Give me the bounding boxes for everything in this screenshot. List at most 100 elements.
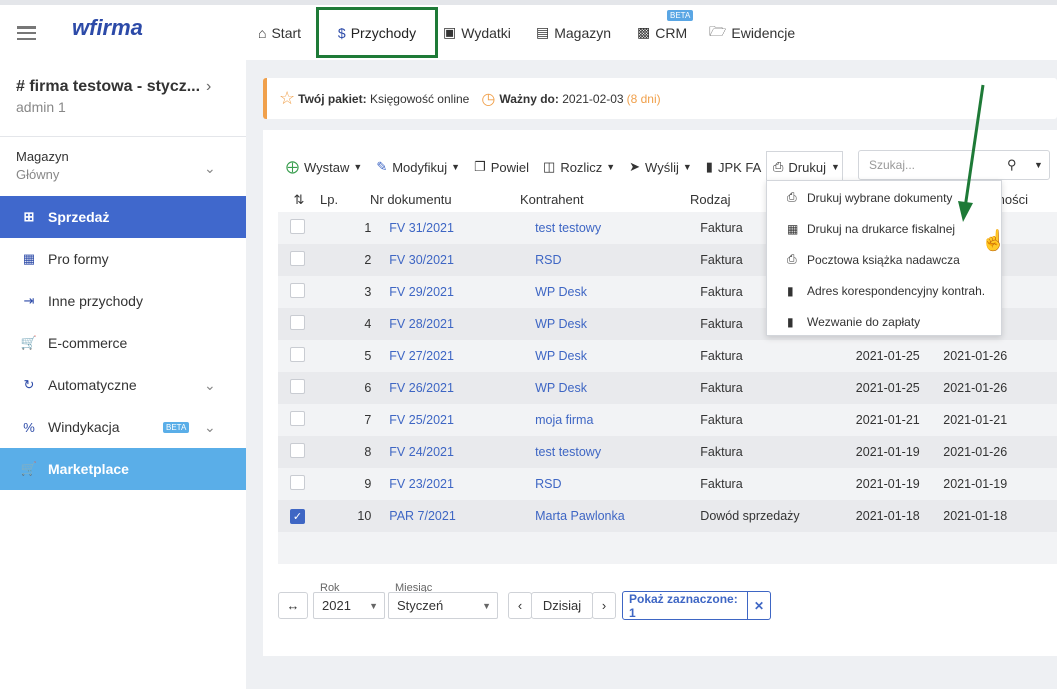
nav-magazyn[interactable]: ▤ Magazyn	[536, 5, 611, 60]
contact-card-icon: ▩	[637, 24, 651, 40]
row-checkbox[interactable]	[278, 443, 317, 461]
expand-width-button[interactable]: ↔	[278, 592, 308, 619]
cell-nr-dokumentu[interactable]: PAR 7/2021	[389, 509, 535, 523]
checkbox-icon[interactable]	[289, 251, 305, 266]
cell-kontrahent[interactable]: WP Desk	[535, 349, 700, 363]
warehouse-value[interactable]: Główny	[16, 167, 59, 182]
cell-nr-dokumentu[interactable]: FV 27/2021	[389, 349, 535, 363]
cell-nr-dokumentu[interactable]: FV 28/2021	[389, 317, 535, 331]
header-lp[interactable]: Lp.	[320, 192, 370, 207]
menu-item-ksiazka-nadawcza[interactable]: ⎙ Pocztowa książka nadawcza	[767, 244, 1001, 275]
sidebar-item-label: Automatyczne	[48, 377, 137, 393]
menu-item-adres-korespondencyjny[interactable]: ▮ Adres korespondencyjny kontrah.	[767, 275, 1001, 306]
nav-przychody[interactable]: $ Przychody	[316, 7, 438, 58]
row-checkbox[interactable]	[278, 475, 317, 493]
table-row[interactable]: 5 FV 27/2021 WP Desk Faktura 2021-01-25 2021-…	[278, 340, 1057, 372]
next-month-button[interactable]: ›	[592, 592, 616, 619]
row-checkbox[interactable]	[278, 411, 317, 429]
pokaz-zaznaczone-badge[interactable]: Pokaż zaznaczone: 1 ✕	[622, 591, 771, 620]
toggle-columns-icon[interactable]: ⇅	[278, 192, 320, 208]
row-checkbox[interactable]	[278, 219, 317, 237]
table-row[interactable]: 6 FV 26/2021 WP Desk Faktura 2021-01-25 2021-…	[278, 372, 1057, 404]
checkbox-checked-icon[interactable]: ✓	[289, 508, 305, 524]
jpk-fa-button[interactable]: ▮ JPK FA	[706, 159, 762, 175]
sidebar: # firma testowa - stycz... › admin 1 Mag…	[0, 60, 246, 689]
wyslij-button[interactable]: ➤ Wyślij ▼	[629, 159, 692, 175]
checkbox-icon[interactable]	[289, 315, 305, 330]
package-notice: ☆ Twój pakiet: Księgowość online ◷ Ważny…	[263, 78, 1057, 119]
cell-kontrahent[interactable]: RSD	[535, 253, 700, 267]
sidebar-item-pro-formy[interactable]: ▦ Pro formy	[0, 238, 246, 280]
cell-nr-dokumentu[interactable]: FV 30/2021	[389, 253, 535, 267]
cell-nr-dokumentu[interactable]: FV 23/2021	[389, 477, 535, 491]
hamburger-menu-icon[interactable]	[17, 26, 36, 41]
menu-item-wezwanie-do-zaplaty[interactable]: ▮ Wezwanie do zapłaty	[767, 306, 1001, 337]
cell-nr-dokumentu[interactable]: FV 26/2021	[389, 381, 535, 395]
checkbox-icon[interactable]	[289, 219, 305, 234]
search-input[interactable]: Szukaj... ⚲ ▼	[858, 150, 1050, 180]
cell-kontrahent[interactable]: Marta Pawlonka	[535, 509, 700, 523]
cell-lp: 10	[357, 509, 372, 523]
nav-start[interactable]: ⌂ Start	[258, 5, 301, 60]
sidebar-item-marketplace[interactable]: 🛒 Marketplace	[0, 448, 246, 490]
checkbox-icon[interactable]	[289, 475, 305, 490]
wystaw-button[interactable]: ⨁ Wystaw ▼	[286, 159, 362, 175]
sidebar-item-label: Pro formy	[48, 251, 109, 267]
cell-rodzaj: Dowód sprzedaży	[700, 509, 800, 523]
arrows-horizontal-icon: ↔	[286, 598, 300, 613]
drukuj-button[interactable]: ⎙ Drukuj ▼	[766, 151, 843, 182]
miesiac-select[interactable]: Styczeń ▼	[388, 592, 498, 619]
checkbox-icon[interactable]	[289, 379, 305, 394]
cell-nr-dokumentu[interactable]: FV 31/2021	[389, 221, 535, 235]
cell-kontrahent[interactable]: RSD	[535, 477, 700, 491]
firm-name[interactable]: # firma testowa - stycz...	[16, 78, 211, 96]
logo[interactable]: wfirma	[72, 15, 143, 41]
row-checkbox[interactable]	[278, 251, 317, 269]
checkbox-icon[interactable]	[289, 283, 305, 298]
caret-down-icon[interactable]: ▼	[1034, 151, 1043, 179]
table-row[interactable]: 9 FV 23/2021 RSD Faktura 2021-01-19 2021-01-1…	[278, 468, 1057, 500]
row-checkbox[interactable]	[278, 315, 317, 333]
row-checkbox[interactable]	[278, 283, 317, 301]
header-nr-dokumentu[interactable]: Nr dokumentu	[370, 192, 520, 207]
sidebar-item-automatyczne[interactable]: ↻ Automatyczne ⌄	[0, 364, 246, 406]
modyfikuj-button[interactable]: ✎ Modyfikuj ▼	[376, 159, 460, 175]
checkbox-icon[interactable]	[289, 443, 305, 458]
cell-nr-dokumentu[interactable]: FV 24/2021	[389, 445, 535, 459]
table-row[interactable]: 7 FV 25/2021 moja firma Faktura 2021-01-21 20…	[278, 404, 1057, 436]
cell-kontrahent[interactable]: WP Desk	[535, 317, 700, 331]
cell-nr-dokumentu[interactable]: FV 29/2021	[389, 285, 535, 299]
row-checkbox[interactable]	[278, 379, 317, 397]
checkbox-icon[interactable]	[289, 411, 305, 426]
table-row[interactable]: 8 FV 24/2021 test testowy Faktura 2021-01-19…	[278, 436, 1057, 468]
sidebar-item-e-commerce[interactable]: 🛒 E-commerce	[0, 322, 246, 364]
nav-ewidencje[interactable]: 🗁 Ewidencje	[709, 5, 795, 60]
checkbox-icon[interactable]	[289, 347, 305, 362]
divider	[0, 136, 246, 137]
cell-kontrahent[interactable]: WP Desk	[535, 381, 700, 395]
chevron-down-icon[interactable]: ⌄	[204, 160, 216, 177]
dzisiaj-button[interactable]: Dzisiaj	[531, 592, 593, 619]
sidebar-item-sprzedaz[interactable]: ⊞ Sprzedaż	[0, 196, 246, 238]
table-row[interactable]: ✓ 10 PAR 7/2021 Marta Pawlonka Dowód sprzeda…	[278, 500, 1057, 532]
prev-month-button[interactable]: ‹	[508, 592, 532, 619]
close-icon[interactable]: ✕	[747, 592, 770, 619]
document-icon: ▦	[22, 251, 36, 266]
sidebar-item-windykacja[interactable]: % Windykacja BETA ⌄	[0, 406, 246, 448]
rok-select[interactable]: 2021 ▼	[313, 592, 385, 619]
powiel-button[interactable]: ❐ Powiel	[474, 159, 529, 175]
cell-kontrahent[interactable]: moja firma	[535, 413, 700, 427]
header-kontrahent[interactable]: Kontrahent	[520, 192, 690, 207]
row-checkbox[interactable]	[278, 347, 317, 365]
sidebar-item-inne-przychody[interactable]: ⇥ Inne przychody	[0, 280, 246, 322]
cell-kontrahent[interactable]: WP Desk	[535, 285, 700, 299]
chevron-right-icon[interactable]: ›	[206, 78, 211, 96]
cell-kontrahent[interactable]: test testowy	[535, 445, 700, 459]
search-icon[interactable]: ⚲	[1007, 151, 1017, 179]
cell-nr-dokumentu[interactable]: FV 25/2021	[389, 413, 535, 427]
toolbar: ⨁ Wystaw ▼ ✎ Modyfikuj ▼ ❐ Powiel ◫ Rozlicz ▼ ➤…	[286, 150, 775, 184]
rozlicz-button[interactable]: ◫ Rozlicz ▼	[543, 159, 615, 175]
cell-kontrahent[interactable]: test testowy	[535, 221, 700, 235]
nav-wydatki[interactable]: ▣ Wydatki	[443, 5, 511, 60]
row-checkbox[interactable]: ✓	[278, 508, 317, 524]
